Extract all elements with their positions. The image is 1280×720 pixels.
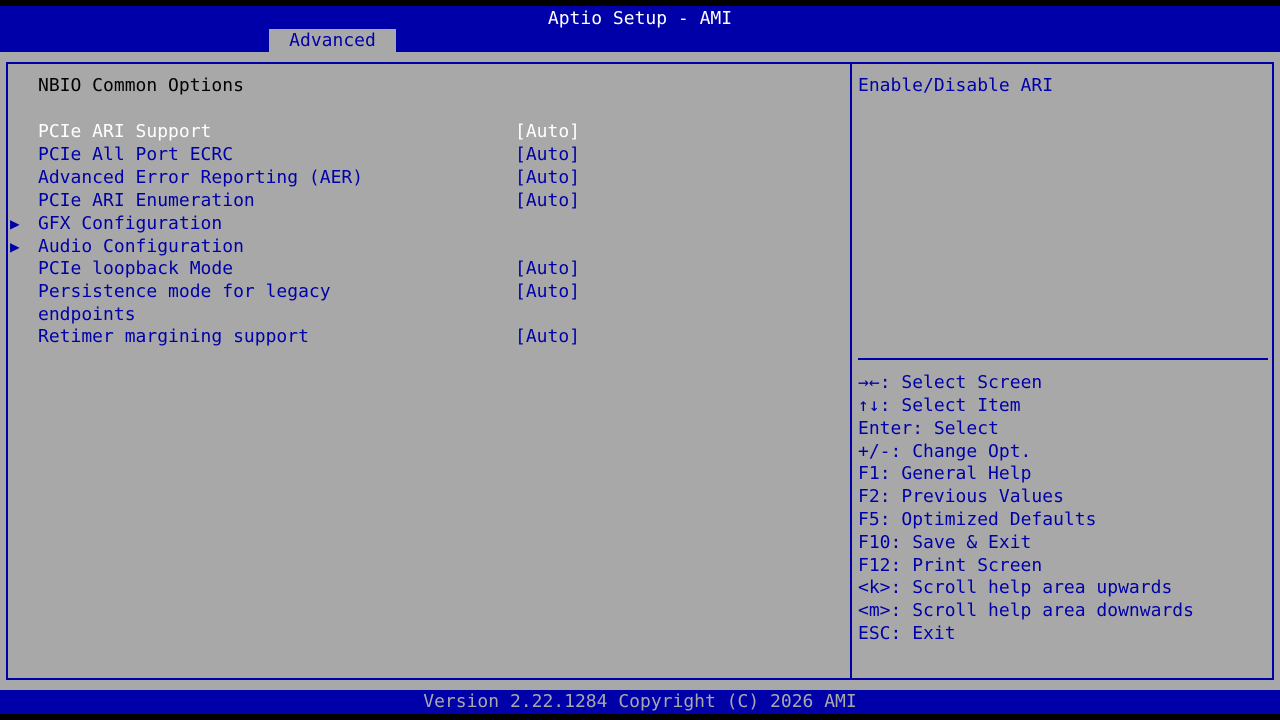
setting-value: [Auto] bbox=[515, 281, 581, 302]
key-desc: : Scroll help area upwards bbox=[890, 577, 1173, 598]
setting-label: PCIe loopback Mode bbox=[38, 258, 234, 279]
key-name: <k> bbox=[858, 577, 891, 598]
setting-value: [Auto] bbox=[515, 144, 581, 165]
section-title: NBIO Common Options bbox=[38, 75, 244, 96]
help-separator bbox=[858, 358, 1268, 360]
tab-advanced[interactable]: Advanced bbox=[269, 29, 396, 52]
key-desc: : Optimized Defaults bbox=[879, 509, 1097, 530]
key-legend-item: ESC: Exit bbox=[858, 622, 956, 645]
key-desc: : Previous Values bbox=[879, 486, 1064, 507]
key-legend-item: F5: Optimized Defaults bbox=[858, 508, 1096, 531]
main-area: NBIO Common Options PCIe ARI Support [Au… bbox=[0, 52, 1280, 690]
footer-bar: Version 2.22.1284 Copyright (C) 2026 AMI bbox=[0, 690, 1280, 714]
key-desc: : Change Opt. bbox=[890, 441, 1032, 462]
key-desc: : Scroll help area downwards bbox=[890, 600, 1194, 621]
key-legend-item: F10: Save & Exit bbox=[858, 531, 1031, 554]
key-legend-item: F1: General Help bbox=[858, 462, 1031, 485]
key-legend-item: Enter: Select bbox=[858, 417, 999, 440]
bottom-border bbox=[0, 714, 1280, 720]
key-desc: : Exit bbox=[890, 623, 956, 644]
key-name: +/- bbox=[858, 441, 891, 462]
key-name: Enter bbox=[858, 418, 913, 439]
setting-value: [Auto] bbox=[515, 167, 581, 188]
submenu-label: GFX Configuration bbox=[38, 213, 223, 234]
key-name: F1 bbox=[858, 463, 880, 484]
setting-label: Retimer margining support bbox=[38, 326, 309, 347]
key-name: F10 bbox=[858, 532, 891, 553]
help-text: Enable/Disable ARI bbox=[858, 75, 1054, 96]
key-name: F12 bbox=[858, 555, 891, 576]
submenu-arrow-icon: ▶ bbox=[10, 214, 20, 233]
key-legend-item: F12: Print Screen bbox=[858, 554, 1042, 577]
setting-label: PCIe ARI Enumeration bbox=[38, 190, 255, 211]
key-name: →← bbox=[858, 372, 880, 393]
key-desc: : Select Item bbox=[879, 395, 1021, 416]
version-text: Version 2.22.1284 Copyright (C) 2026 AMI bbox=[423, 691, 857, 712]
submenu-label: Audio Configuration bbox=[38, 236, 244, 257]
setting-value: [Auto] bbox=[515, 326, 581, 347]
key-desc: : Select bbox=[912, 418, 999, 439]
key-name: F2 bbox=[858, 486, 880, 507]
setting-label: Persistence mode for legacy bbox=[38, 281, 331, 302]
setting-value: [Auto] bbox=[515, 121, 581, 142]
key-name: F5 bbox=[858, 509, 880, 530]
header-bar: Aptio Setup - AMI Advanced bbox=[0, 6, 1280, 52]
key-name: <m> bbox=[858, 600, 891, 621]
key-legend-item: +/-: Change Opt. bbox=[858, 440, 1031, 463]
setting-value: [Auto] bbox=[515, 190, 581, 211]
app-title: Aptio Setup - AMI bbox=[547, 8, 733, 29]
key-desc: : General Help bbox=[879, 463, 1032, 484]
setting-label: PCIe ARI Support bbox=[38, 121, 212, 142]
key-desc: : Print Screen bbox=[890, 555, 1043, 576]
key-name: ESC bbox=[858, 623, 891, 644]
key-legend-item: F2: Previous Values bbox=[858, 485, 1064, 508]
setting-label-continued: endpoints bbox=[38, 304, 136, 325]
setting-label: Advanced Error Reporting (AER) bbox=[38, 167, 364, 188]
setting-value: [Auto] bbox=[515, 258, 581, 279]
key-legend-item: <k>: Scroll help area upwards bbox=[858, 576, 1172, 599]
setting-label: PCIe All Port ECRC bbox=[38, 144, 234, 165]
key-legend-item: →←: Select Screen bbox=[858, 371, 1042, 394]
key-legend-item: <m>: Scroll help area downwards bbox=[858, 599, 1194, 622]
submenu-arrow-icon: ▶ bbox=[10, 237, 20, 256]
key-desc: : Save & Exit bbox=[890, 532, 1032, 553]
key-legend-item: ↑↓: Select Item bbox=[858, 394, 1021, 417]
key-name: ↑↓ bbox=[858, 395, 880, 416]
key-desc: : Select Screen bbox=[879, 372, 1043, 393]
